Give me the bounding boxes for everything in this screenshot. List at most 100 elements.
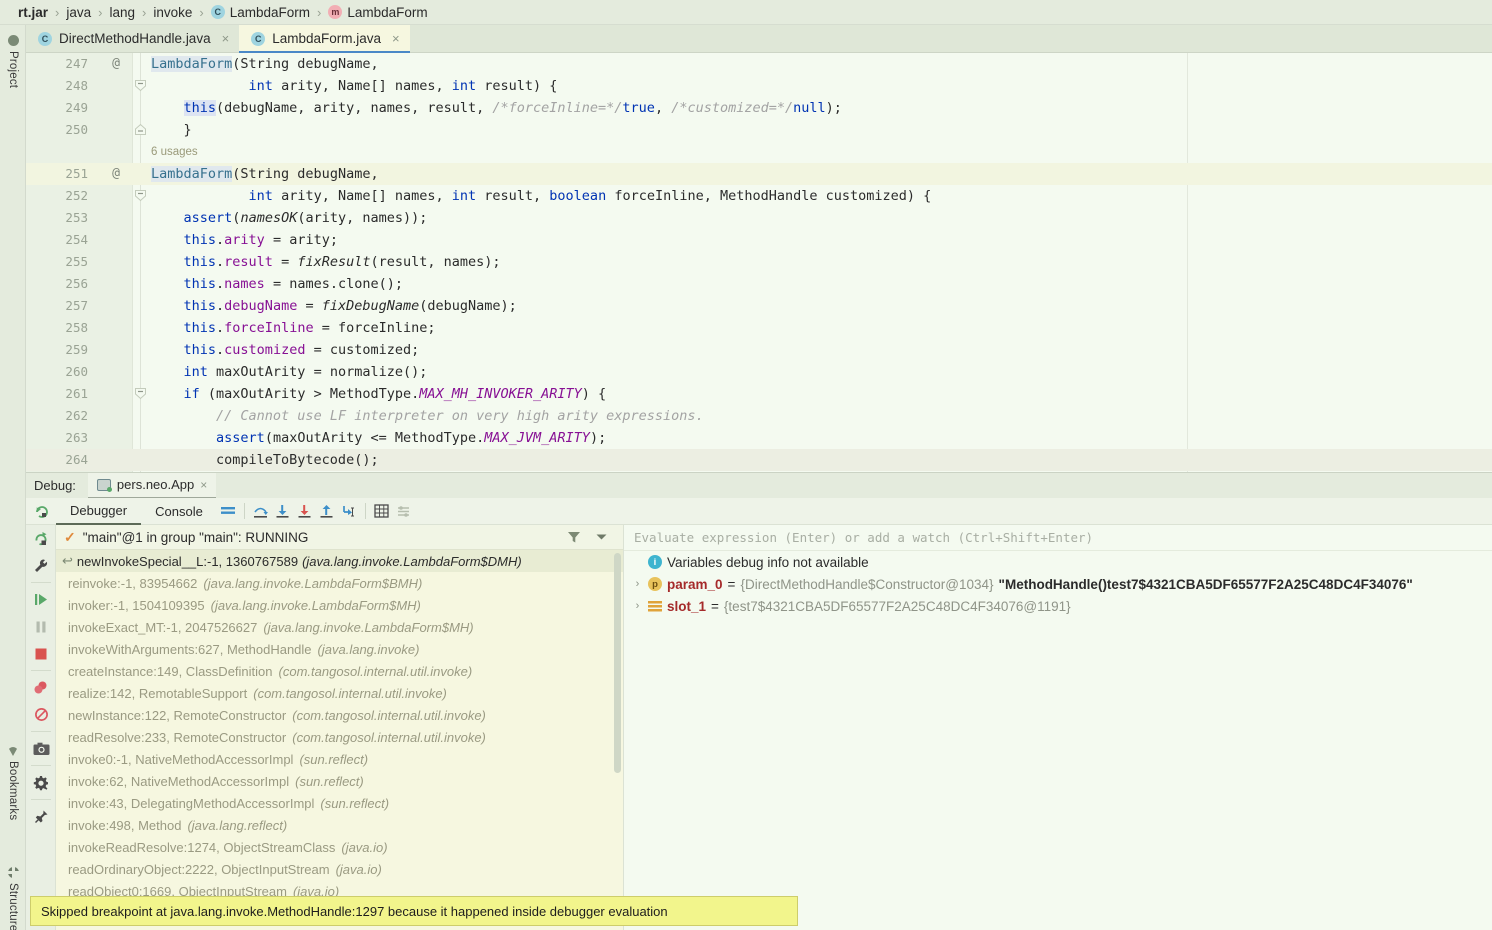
fold-marker-icon[interactable] (134, 123, 147, 136)
fold-marker-icon[interactable] (134, 189, 147, 202)
structure-icon (7, 867, 19, 878)
fold-marker-icon[interactable] (134, 387, 147, 400)
view-breakpoints-icon[interactable] (26, 674, 56, 701)
stack-frame-row[interactable]: invokeWithArguments:627, MethodHandle (j… (56, 638, 623, 660)
sidebar-item-label: Project (7, 51, 19, 89)
sidebar-item-bookmarks[interactable]: Bookmarks (0, 743, 26, 824)
code-line[interactable]: 263 assert(maxOutArity <= MethodType.MAX… (26, 427, 1492, 449)
stack-frame-row[interactable]: createInstance:149, ClassDefinition (com… (56, 660, 623, 682)
sidebar-item-project[interactable]: Project (0, 31, 26, 92)
editor-tab[interactable]: C DirectMethodHandle.java × (26, 25, 239, 52)
code-line[interactable]: 250 } (26, 119, 1492, 141)
code-line[interactable]: 261 if (maxOutArity > MethodType.MAX_MH_… (26, 383, 1492, 405)
camera-icon[interactable] (26, 735, 56, 762)
tab-console[interactable]: Console (141, 498, 217, 525)
frame-method: readResolve:233, RemoteConstructor (68, 729, 287, 745)
pause-icon[interactable] (26, 613, 56, 640)
resume-icon[interactable] (26, 586, 56, 613)
frames-panel[interactable]: ✓ "main"@1 in group "main": RUNNING ↩ new… (56, 525, 623, 930)
thread-row[interactable]: ✓ "main"@1 in group "main": RUNNING (56, 525, 623, 550)
settings-gear-icon[interactable] (26, 769, 56, 796)
code-line[interactable]: 249 this(debugName, arity, names, result… (26, 97, 1492, 119)
annotation-gutter-icon[interactable]: @ (108, 163, 124, 185)
code-line[interactable]: 6 usages (26, 141, 1492, 163)
rerun-icon[interactable] (26, 498, 56, 525)
breadcrumb-item[interactable]: rt.jar (18, 5, 48, 20)
code-line[interactable]: 257 this.debugName = fixDebugName(debugN… (26, 295, 1492, 317)
step-over-icon[interactable] (250, 498, 272, 525)
code-line[interactable]: 252 int arity, Name[] names, int result,… (26, 185, 1492, 207)
slot-icon (648, 599, 662, 613)
stack-frame-row[interactable]: realize:142, RemotableSupport (com.tango… (56, 682, 623, 704)
step-into-icon[interactable] (272, 498, 294, 525)
breadcrumb-item[interactable]: m LambdaForm (328, 4, 428, 20)
usage-hint[interactable]: 6 usages (151, 141, 198, 163)
variable-row[interactable]: › slot_1 = {test7$4321CBA5DF65577F2A25C48… (624, 595, 1492, 617)
stack-frame-row[interactable]: readResolve:233, RemoteConstructor (com.… (56, 726, 623, 748)
step-out-icon[interactable] (316, 498, 338, 525)
breadcrumb-item[interactable]: C LambdaForm (210, 5, 310, 20)
code-line[interactable]: 251 @ LambdaForm(String debugName, (26, 163, 1492, 185)
breadcrumb-item[interactable]: java (66, 5, 91, 20)
notification-balloon[interactable]: Skipped breakpoint at java.lang.invoke.M… (30, 896, 798, 926)
layout-icon[interactable] (217, 498, 239, 525)
code-text: this.forceInline = forceInline; (183, 320, 436, 336)
filter-icon[interactable] (567, 531, 581, 544)
evaluate-expression-input[interactable]: Evaluate expression (Enter) or add a wat… (624, 525, 1492, 551)
annotation-gutter-icon[interactable]: @ (108, 53, 124, 75)
code-line[interactable]: 256 this.names = names.clone(); (26, 273, 1492, 295)
variables-panel[interactable]: Evaluate expression (Enter) or add a wat… (623, 525, 1492, 930)
expand-arrow-icon[interactable]: › (632, 578, 643, 590)
code-line[interactable]: 264 compileToBytecode(); (26, 449, 1492, 471)
code-line[interactable]: 260 int maxOutArity = normalize(); (26, 361, 1492, 383)
stack-frame-row[interactable]: invoke:498, Method (java.lang.reflect) (56, 814, 623, 836)
frame-method: invoke:62, NativeMethodAccessorImpl (68, 773, 290, 789)
expand-arrow-icon[interactable]: › (632, 600, 643, 612)
stop-icon[interactable] (26, 640, 56, 667)
code-line[interactable]: 262 // Cannot use LF interpreter on very… (26, 405, 1492, 427)
code-line[interactable]: 259 this.customized = customized; (26, 339, 1492, 361)
wrench-icon[interactable] (26, 552, 56, 579)
stack-frame-row[interactable]: invoker:-1, 1504109395 (java.lang.invoke… (56, 594, 623, 616)
pin-icon[interactable] (26, 803, 56, 830)
stack-frame-row[interactable]: ↩ newInvokeSpecial__L:-1, 1360767589 (jav… (56, 550, 623, 572)
chevron-down-icon[interactable] (596, 533, 607, 541)
evaluate-expression-icon[interactable] (371, 498, 393, 525)
frame-package: (com.tangosol.internal.util.invoke) (292, 729, 486, 745)
sidebar-item-structure[interactable]: Structure (0, 863, 26, 930)
frames-scrollbar[interactable] (614, 553, 621, 773)
code-editor[interactable]: 247 @ LambdaForm(String debugName, 248 int … (26, 53, 1492, 472)
close-icon[interactable]: × (200, 478, 207, 492)
fold-marker-icon[interactable] (134, 79, 147, 92)
frame-method: invoke:498, Method (68, 817, 182, 833)
code-line[interactable]: 254 this.arity = arity; (26, 229, 1492, 251)
close-icon[interactable]: × (222, 31, 230, 46)
breadcrumb-item[interactable]: lang (109, 5, 135, 20)
variable-row[interactable]: › p param_0 = {DirectMethodHandle$Construc… (624, 573, 1492, 595)
settings-list-icon[interactable] (393, 498, 415, 525)
code-line[interactable]: 247 @ LambdaForm(String debugName, (26, 53, 1492, 75)
editor-tab[interactable]: C LambdaForm.java × (239, 25, 411, 53)
mute-breakpoints-icon[interactable] (26, 701, 56, 728)
debug-session-tab[interactable]: pers.neo.App × (87, 472, 217, 499)
breadcrumb-item[interactable]: invoke (153, 5, 192, 20)
breadcrumb-label: LambdaForm (347, 4, 428, 20)
code-line[interactable]: 255 this.result = fixResult(result, name… (26, 251, 1492, 273)
stack-frame-row[interactable]: reinvoke:-1, 83954662 (java.lang.invoke.… (56, 572, 623, 594)
stack-frame-row[interactable]: invoke0:-1, NativeMethodAccessorImpl (su… (56, 748, 623, 770)
stack-frame-row[interactable]: invoke:43, DelegatingMethodAccessorImpl … (56, 792, 623, 814)
stack-frame-row[interactable]: readOrdinaryObject:2222, ObjectInputStre… (56, 858, 623, 880)
code-line[interactable]: 253 assert(namesOK(arity, names)); (26, 207, 1492, 229)
divider (31, 731, 51, 732)
close-icon[interactable]: × (392, 31, 400, 46)
code-line[interactable]: 248 int arity, Name[] names, int result)… (26, 75, 1492, 97)
tab-debugger[interactable]: Debugger (56, 498, 142, 525)
stack-frame-row[interactable]: invoke:62, NativeMethodAccessorImpl (sun… (56, 770, 623, 792)
code-line[interactable]: 258 this.forceInline = forceInline; (26, 317, 1492, 339)
stack-frame-row[interactable]: invokeReadResolve:1274, ObjectStreamClas… (56, 836, 623, 858)
force-step-into-icon[interactable] (294, 498, 316, 525)
stack-frame-row[interactable]: invokeExact_MT:-1, 2047526627 (java.lang… (56, 616, 623, 638)
rerun-icon[interactable] (26, 525, 56, 552)
stack-frame-row[interactable]: newInstance:122, RemoteConstructor (com.… (56, 704, 623, 726)
run-to-cursor-icon[interactable] (338, 498, 360, 525)
